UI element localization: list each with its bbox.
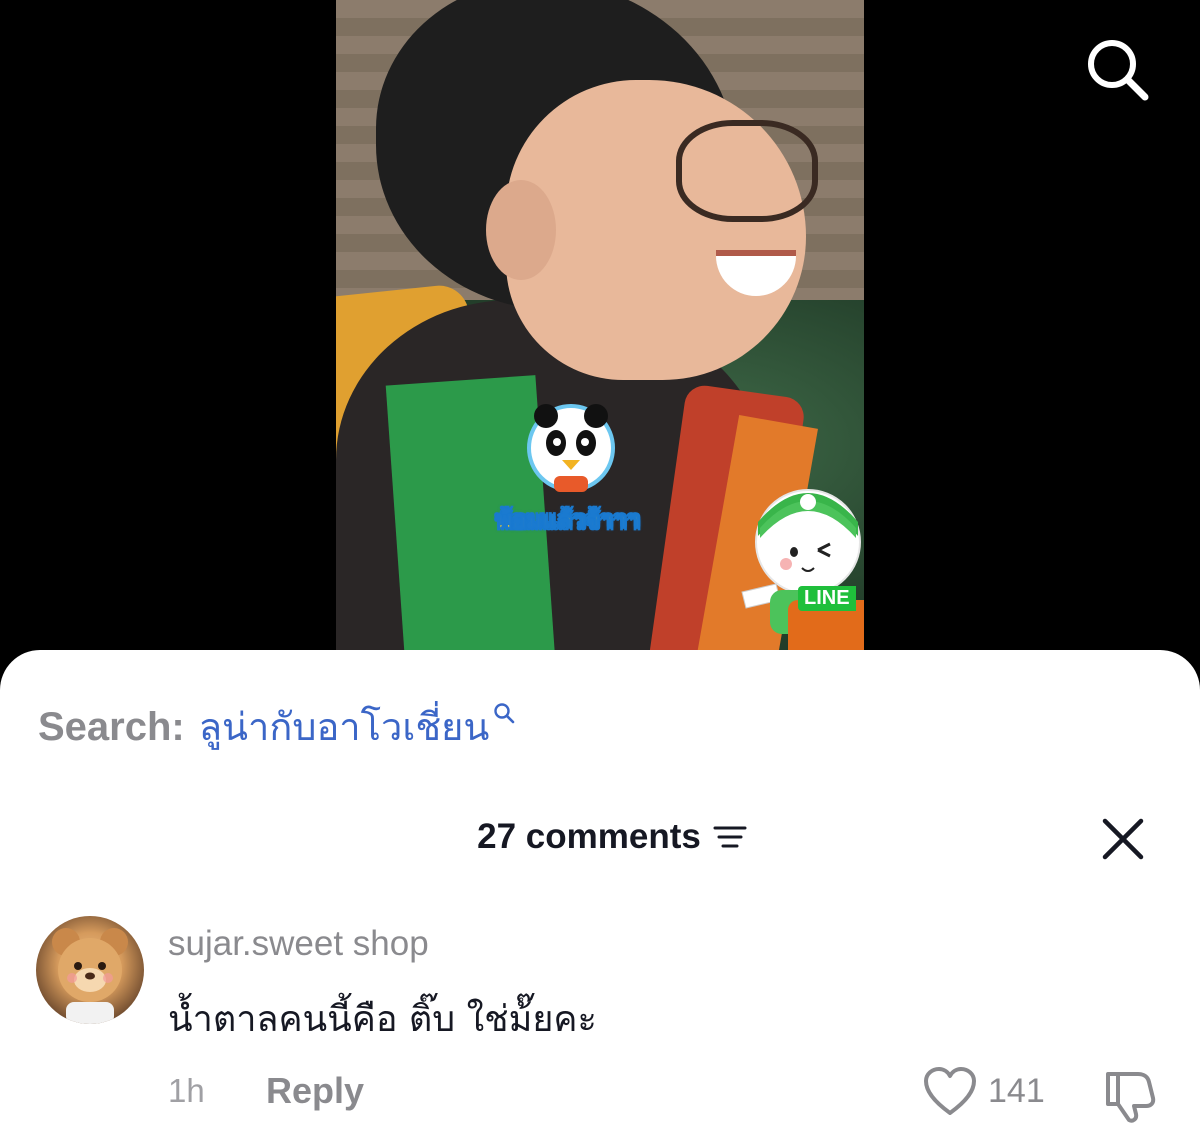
search-suggestion-label: Search: xyxy=(38,705,185,749)
comments-sort-toggle[interactable]: 27 comments xyxy=(477,817,747,857)
search-icon xyxy=(494,703,515,724)
app-screen: พ้อมแล้วจ้าาา LINE Search: ลูน่ากับอาโวเ… xyxy=(0,0,1200,1135)
search-suggestion-term[interactable]: ลูน่ากับอาโวเชี่ยน xyxy=(199,696,490,757)
panda-sticker-icon xyxy=(527,404,615,492)
comments-sheet: Search: ลูน่ากับอาโวเชี่ยน 27 comments s… xyxy=(0,650,1200,1135)
search-icon[interactable] xyxy=(1084,36,1150,102)
heart-icon[interactable] xyxy=(922,1066,978,1118)
thumbs-down-icon[interactable] xyxy=(1100,1068,1160,1124)
comment-count: 27 comments xyxy=(477,817,701,856)
like-count: 141 xyxy=(988,1072,1045,1110)
person-glasses xyxy=(676,120,818,222)
reply-button[interactable]: Reply xyxy=(266,1070,364,1112)
sort-icon[interactable] xyxy=(713,824,747,850)
comment-time: 1h xyxy=(168,1072,205,1109)
teddy-bear-avatar-icon xyxy=(52,928,128,1024)
line-badge: LINE xyxy=(798,586,856,611)
sticker-caption: พ้อมแล้วจ้าาา xyxy=(495,506,641,535)
comment-username[interactable]: sujar.sweet shop xyxy=(168,924,429,964)
person-ear xyxy=(486,180,556,280)
close-icon[interactable] xyxy=(1100,816,1146,862)
search-suggestion[interactable]: Search: ลูน่ากับอาโวเชี่ยน xyxy=(38,696,515,757)
video-frame[interactable]: พ้อมแล้วจ้าาา LINE xyxy=(336,0,864,660)
comment-text: น้ำตาลคนนี้คือ ติ๊บ ใช่ม้๊ยคะ xyxy=(168,999,597,1040)
comments-header: 27 comments xyxy=(0,812,1200,862)
avatar[interactable] xyxy=(36,916,144,1024)
